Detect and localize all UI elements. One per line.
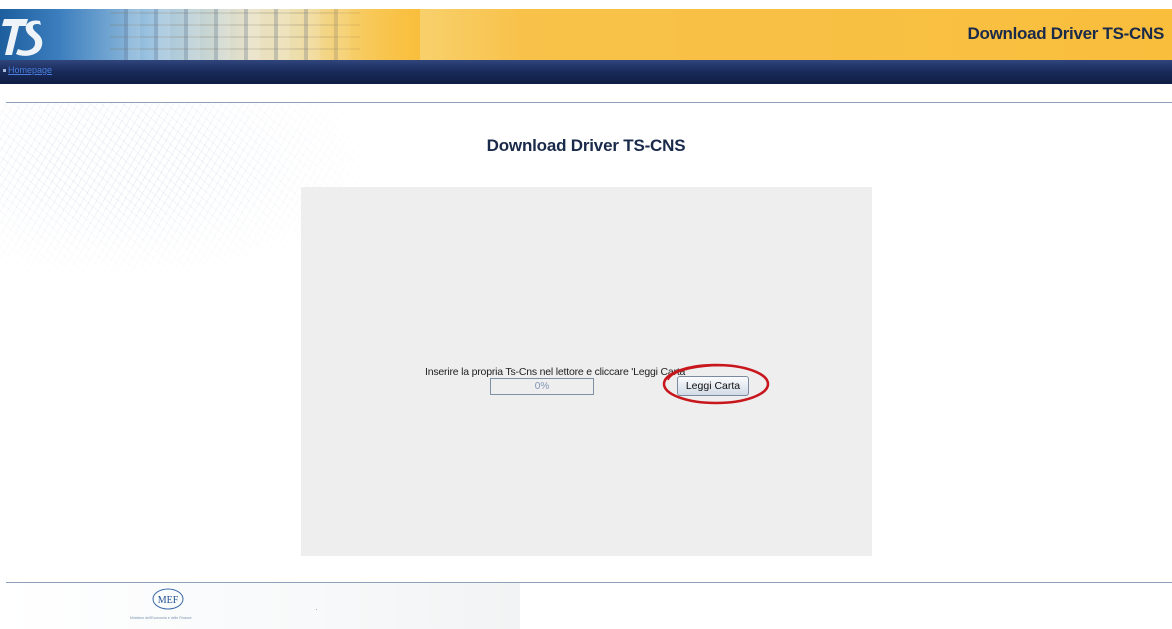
ministry-name: Ministero dell'Economia e delle Finanze bbox=[130, 616, 192, 620]
read-card-button[interactable]: Leggi Carta bbox=[677, 376, 749, 396]
instruction-text: Inserire la propria Ts-Cns nel lettore e… bbox=[425, 366, 688, 378]
banner-fade bbox=[300, 9, 420, 60]
page-title: Download Driver TS-CNS bbox=[486, 136, 686, 155]
ts-logo: TS bbox=[2, 15, 43, 56]
driver-download-panel: Inserire la propria Ts-Cns nel lettore e… bbox=[301, 187, 872, 556]
mef-logo: MEF bbox=[152, 588, 184, 610]
header-banner: TS Download Driver TS-CNS bbox=[0, 9, 1172, 60]
svg-text:MEF: MEF bbox=[158, 595, 179, 606]
progress-label: 0% bbox=[534, 381, 550, 392]
footer-dot bbox=[316, 609, 317, 610]
read-card-button-wrapper: Leggi Carta bbox=[662, 362, 772, 405]
footer: MEF Ministero dell'Economia e delle Fina… bbox=[0, 583, 520, 629]
nav-bullet-icon bbox=[3, 69, 6, 72]
nav-bar: Homepage bbox=[0, 60, 1172, 84]
svg-text:TS: TS bbox=[2, 15, 4, 16]
progress-bar: 0% bbox=[490, 378, 594, 395]
header-title: Download Driver TS-CNS bbox=[967, 24, 1165, 43]
nav-link-homepage[interactable]: Homepage bbox=[8, 65, 52, 75]
